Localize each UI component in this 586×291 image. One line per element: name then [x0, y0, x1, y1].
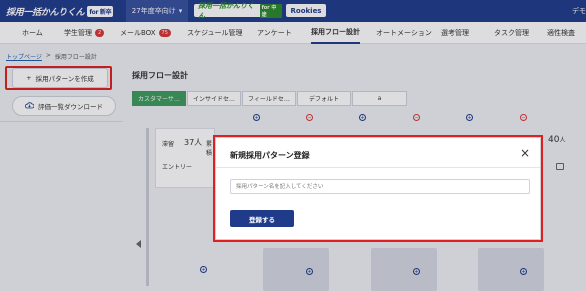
register-button-label: 登録する	[249, 215, 275, 224]
dialog-divider	[216, 167, 540, 168]
pattern-name-input[interactable]	[230, 179, 530, 194]
register-button[interactable]: 登録する	[230, 210, 294, 227]
new-pattern-dialog: 新規採用パターン登録 × 登録する	[216, 138, 540, 239]
close-icon[interactable]: ×	[520, 147, 530, 159]
dialog-title: 新規採用パターン登録	[230, 151, 310, 160]
